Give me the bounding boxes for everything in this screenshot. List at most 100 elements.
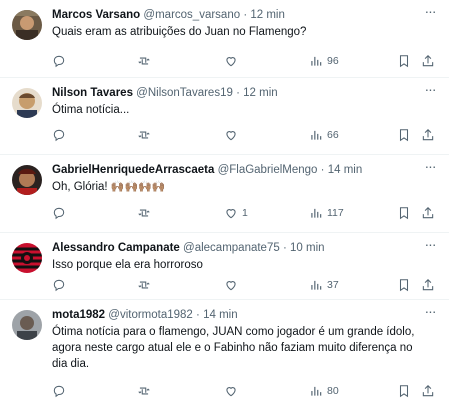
views-button[interactable]: 80 <box>309 383 339 399</box>
timestamp[interactable]: 14 min <box>203 309 238 321</box>
author-name[interactable]: Marcos Varsano <box>52 9 140 21</box>
tweet-item[interactable]: GabrielHenriquedeArrascaeta @FlaGabrielM… <box>0 155 449 233</box>
timestamp[interactable]: 12 min <box>250 9 285 21</box>
avatar[interactable] <box>12 88 42 118</box>
reply-button[interactable] <box>52 127 66 143</box>
share-button[interactable] <box>421 127 435 143</box>
reply-button[interactable] <box>52 53 66 69</box>
views-button[interactable]: 96 <box>309 53 339 69</box>
retweet-button[interactable] <box>137 127 151 143</box>
more-icon[interactable]: ··· <box>421 159 439 175</box>
bookmark-button[interactable] <box>397 205 411 221</box>
action-bar: 66 <box>52 127 441 143</box>
share-button[interactable] <box>421 277 435 293</box>
like-button[interactable] <box>224 383 242 399</box>
author-handle[interactable]: @NilsonTavares19 <box>136 87 233 99</box>
views-icon <box>311 280 322 290</box>
reply-icon <box>53 129 65 142</box>
share-button[interactable] <box>421 383 435 399</box>
like-icon <box>226 57 236 67</box>
views-button[interactable]: 66 <box>309 127 339 143</box>
reply-icon <box>53 55 65 68</box>
reply-button[interactable] <box>52 205 66 221</box>
views-count: 37 <box>327 279 339 291</box>
views-button[interactable]: 37 <box>309 277 339 293</box>
retweet-button[interactable] <box>137 383 151 399</box>
tweet-item[interactable]: Nilson Tavares @NilsonTavares19 · 12 min… <box>0 78 449 155</box>
bookmark-icon <box>399 55 409 68</box>
retweet-icon <box>138 281 150 289</box>
reply-icon <box>53 279 65 292</box>
share-button[interactable] <box>421 205 435 221</box>
tweet-text: Quais eram as atribuições do Juan no Fla… <box>52 26 307 38</box>
tweet-item[interactable]: Alessandro Campanate @alecampanate75 · 1… <box>0 233 449 300</box>
views-count: 66 <box>327 129 339 141</box>
bookmark-button[interactable] <box>397 53 411 69</box>
share-button[interactable] <box>421 53 435 69</box>
retweet-button[interactable] <box>137 53 151 69</box>
avatar[interactable] <box>12 10 42 40</box>
action-bar: 96 <box>52 53 441 69</box>
retweet-button[interactable] <box>137 205 151 221</box>
bookmark-button[interactable] <box>397 383 411 399</box>
retweet-icon <box>138 387 150 395</box>
reply-feed: Marcos Varsano @marcos_varsano · 12 min … <box>0 0 449 411</box>
like-button[interactable]: 1 <box>224 205 248 221</box>
retweet-button[interactable] <box>137 277 151 293</box>
timestamp[interactable]: 12 min <box>243 87 278 99</box>
bookmark-icon <box>399 385 409 398</box>
views-button[interactable]: 117 <box>309 205 344 221</box>
avatar[interactable] <box>12 310 42 340</box>
author-name[interactable]: mota1982 <box>52 309 105 321</box>
like-icon <box>226 209 236 219</box>
bookmark-icon <box>399 279 409 292</box>
avatar[interactable] <box>12 243 42 273</box>
avatar[interactable] <box>12 165 42 195</box>
views-count: 80 <box>327 385 339 397</box>
timestamp[interactable]: 10 min <box>290 242 325 254</box>
more-icon[interactable]: ··· <box>421 4 439 20</box>
views-icon <box>311 208 322 218</box>
reply-button[interactable] <box>52 383 66 399</box>
share-icon <box>422 55 434 67</box>
tweet-item[interactable]: Marcos Varsano @marcos_varsano · 12 min … <box>0 0 449 78</box>
bookmark-button[interactable] <box>397 277 411 293</box>
like-button[interactable] <box>224 127 242 143</box>
timestamp[interactable]: 14 min <box>328 164 363 176</box>
retweet-icon <box>138 209 150 217</box>
author-name[interactable]: Alessandro Campanate <box>52 242 180 254</box>
tweet-header: Marcos Varsano @marcos_varsano · 12 min <box>52 8 419 23</box>
action-bar: 80 <box>52 383 441 399</box>
share-icon <box>422 385 434 397</box>
like-icon <box>226 387 236 397</box>
author-handle[interactable]: @marcos_varsano <box>143 9 240 21</box>
reply-icon <box>53 385 65 398</box>
author-handle[interactable]: @FlaGabrielMengo <box>218 164 318 176</box>
tweet-item[interactable]: mota1982 @vitormota1982 · 14 min ··· Óti… <box>0 300 449 411</box>
tweet-header: Alessandro Campanate @alecampanate75 · 1… <box>52 241 419 256</box>
author-handle[interactable]: @alecampanate75 <box>183 242 280 254</box>
raised-hands-emoji: 🙌🏽🙌🏽🙌🏽🙌🏽 <box>110 181 166 193</box>
like-button[interactable] <box>224 277 242 293</box>
more-icon[interactable]: ··· <box>421 304 439 320</box>
tweet-header: Nilson Tavares @NilsonTavares19 · 12 min <box>52 86 419 101</box>
views-count: 96 <box>327 55 339 67</box>
tweet-text: Oh, Glória! 🙌🏽🙌🏽🙌🏽🙌🏽 <box>52 179 427 195</box>
action-bar: 37 <box>52 277 441 293</box>
tweet-text: Isso porque ela era horroroso <box>52 259 203 271</box>
bookmark-button[interactable] <box>397 127 411 143</box>
tweet-text-content: Oh, Glória! <box>52 181 108 193</box>
views-icon <box>311 386 322 396</box>
like-icon <box>226 281 236 291</box>
reply-icon <box>53 207 65 220</box>
like-icon <box>226 131 236 141</box>
reply-button[interactable] <box>52 277 66 293</box>
author-name[interactable]: Nilson Tavares <box>52 87 133 99</box>
author-name[interactable]: GabrielHenriquedeArrascaeta <box>52 164 214 176</box>
author-handle[interactable]: @vitormota1982 <box>108 309 193 321</box>
like-button[interactable] <box>224 53 242 69</box>
more-icon[interactable]: ··· <box>421 237 439 253</box>
more-icon[interactable]: ··· <box>421 82 439 98</box>
separator-dot: · <box>282 242 287 254</box>
tweet-header: mota1982 @vitormota1982 · 14 min <box>52 308 419 323</box>
